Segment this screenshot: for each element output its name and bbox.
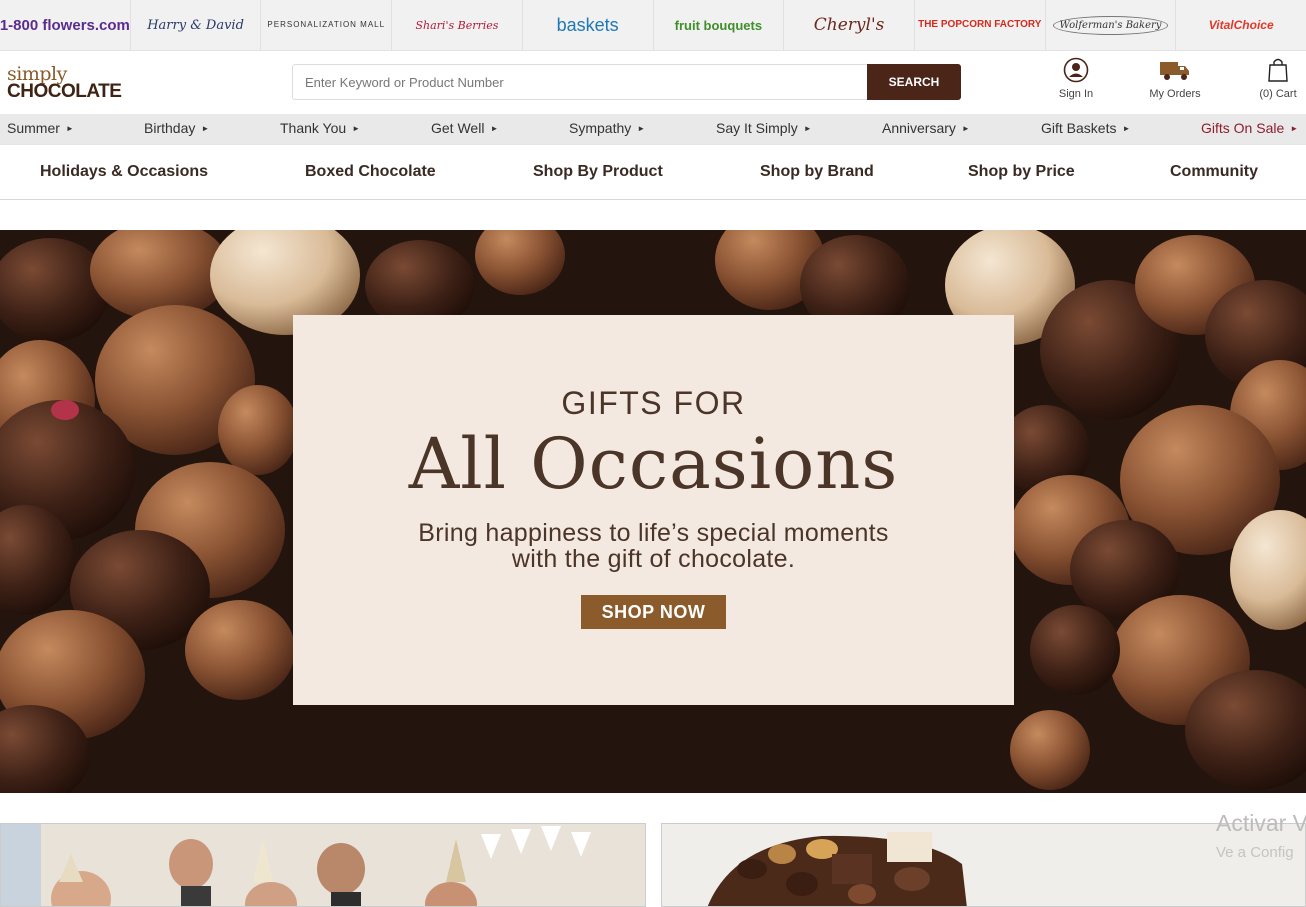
brand-logo-fruit-bouquets: fruit bouquets bbox=[674, 17, 763, 33]
brand-logo-1800flowers: 1-800 flowers.com bbox=[0, 16, 130, 34]
brand-link-cheryls[interactable]: Cheryl's bbox=[784, 0, 915, 50]
site-header: simply CHOCOLATE SEARCH Sign In My Order… bbox=[0, 51, 1306, 114]
occasion-label: Gifts On Sale bbox=[1201, 120, 1285, 136]
caret-right-icon: ► bbox=[490, 124, 499, 133]
brand-link-personalization-mall[interactable]: PERSONALIZATION MALL bbox=[261, 0, 393, 50]
nav-boxed-chocolate[interactable]: Boxed Chocolate bbox=[305, 145, 436, 199]
brand-link-wolfermans[interactable]: Wolferman's Bakery bbox=[1046, 0, 1177, 50]
caret-right-icon: ► bbox=[961, 124, 970, 133]
promo-tile-party[interactable] bbox=[0, 823, 646, 907]
hero-kicker: GIFTS FOR bbox=[561, 385, 746, 421]
occasion-label: Say It Simply bbox=[716, 120, 798, 136]
occasion-item-get-well[interactable]: Get Well ► bbox=[431, 114, 498, 144]
shop-now-button[interactable]: SHOP NOW bbox=[581, 595, 726, 629]
occasion-label: Sympathy bbox=[569, 120, 632, 136]
brand-logo-vitalchoice: VitalChoice bbox=[1208, 18, 1274, 32]
brand-logo-popcorn-factory: THE POPCORN FACTORY bbox=[918, 19, 1042, 30]
sign-in-link[interactable]: Sign In bbox=[1050, 57, 1102, 100]
occasion-label: Get Well bbox=[431, 120, 485, 136]
family-brands-bar: 1-800 flowers.com Harry & David PERSONAL… bbox=[0, 0, 1306, 51]
caret-right-icon: ► bbox=[201, 124, 210, 133]
caret-right-icon: ► bbox=[65, 124, 74, 133]
brand-logo-1800baskets: baskets bbox=[556, 14, 619, 35]
brand-link-1800baskets[interactable]: baskets bbox=[523, 0, 654, 50]
os-activation-watermark-sub: Ve a Config bbox=[1216, 844, 1294, 861]
search-button[interactable]: SEARCH bbox=[867, 64, 961, 100]
brand-logo-sharis-berries: Shari's Berries bbox=[415, 18, 499, 32]
shopping-bag-icon bbox=[1268, 58, 1288, 82]
occasion-item-birthday[interactable]: Birthday ► bbox=[144, 114, 209, 144]
occasion-label: Birthday bbox=[144, 120, 196, 136]
caret-right-icon: ► bbox=[1122, 124, 1131, 133]
promo-basket-image bbox=[662, 824, 1305, 906]
occasion-label: Gift Baskets bbox=[1041, 120, 1117, 136]
hero-title: All Occasions bbox=[408, 423, 899, 505]
cart-label: (0) Cart bbox=[1259, 88, 1297, 100]
promo-party-image bbox=[1, 824, 645, 906]
brand-link-sharis-berries[interactable]: Shari's Berries bbox=[392, 0, 523, 50]
logo-word-chocolate: CHOCOLATE bbox=[7, 81, 122, 102]
caret-right-icon: ► bbox=[352, 124, 361, 133]
occasion-item-sympathy[interactable]: Sympathy ► bbox=[569, 114, 645, 144]
nav-holidays-occasions[interactable]: Holidays & Occasions bbox=[40, 145, 208, 199]
hero-subtitle: Bring happiness to life’s special moment… bbox=[418, 519, 889, 573]
promo-tile-gift-basket[interactable] bbox=[661, 823, 1306, 907]
brand-logo-harry-david: Harry & David bbox=[147, 17, 244, 33]
caret-right-icon: ► bbox=[1290, 124, 1299, 133]
occasion-item-summer[interactable]: Summer ► bbox=[7, 114, 74, 144]
main-navigation: Holidays & Occasions Boxed Chocolate Sho… bbox=[0, 144, 1306, 200]
hero-banner[interactable]: GIFTS FOR All Occasions Bring happiness … bbox=[0, 230, 1306, 793]
brand-link-1800flowers[interactable]: 1-800 flowers.com bbox=[0, 0, 131, 50]
my-orders-link[interactable]: My Orders bbox=[1140, 57, 1210, 100]
search-input[interactable] bbox=[292, 64, 868, 100]
caret-right-icon: ► bbox=[803, 124, 812, 133]
nav-shop-by-price[interactable]: Shop by Price bbox=[968, 145, 1075, 199]
hero-message-card: GIFTS FOR All Occasions Bring happiness … bbox=[293, 315, 1014, 705]
brand-logo-wolfermans: Wolferman's Bakery bbox=[1052, 15, 1169, 35]
brand-link-popcorn-factory[interactable]: THE POPCORN FACTORY bbox=[915, 0, 1046, 50]
occasion-label: Summer bbox=[7, 120, 60, 136]
os-activation-watermark: Activar V bbox=[1216, 810, 1306, 836]
nav-community[interactable]: Community bbox=[1170, 145, 1258, 199]
site-logo[interactable]: simply CHOCOLATE bbox=[7, 65, 122, 102]
brand-link-fruit-bouquets[interactable]: fruit bouquets bbox=[654, 0, 785, 50]
brand-logo-cheryls: Cheryl's bbox=[813, 15, 885, 35]
cart-link[interactable]: (0) Cart bbox=[1250, 57, 1306, 100]
occasion-item-say-it-simply[interactable]: Say It Simply ► bbox=[716, 114, 812, 144]
caret-right-icon: ► bbox=[637, 124, 646, 133]
nav-shop-by-brand[interactable]: Shop by Brand bbox=[760, 145, 874, 199]
brand-link-vitalchoice[interactable]: VitalChoice bbox=[1176, 0, 1306, 50]
occasion-item-gifts-on-sale[interactable]: Gifts On Sale ► bbox=[1201, 114, 1298, 144]
sign-in-label: Sign In bbox=[1058, 88, 1094, 100]
user-icon bbox=[1063, 57, 1089, 83]
truck-icon bbox=[1160, 62, 1189, 80]
brand-logo-personalization-mall: PERSONALIZATION MALL bbox=[267, 19, 386, 29]
occasion-menu-bar: Summer ► Birthday ► Thank You ► Get Well ► S… bbox=[0, 114, 1306, 144]
brand-link-harry-david[interactable]: Harry & David bbox=[131, 0, 262, 50]
my-orders-label: My Orders bbox=[1149, 88, 1201, 100]
occasion-label: Thank You bbox=[280, 120, 347, 136]
occasion-item-anniversary[interactable]: Anniversary ► bbox=[882, 114, 970, 144]
occasion-label: Anniversary bbox=[882, 120, 956, 136]
nav-shop-by-product[interactable]: Shop By Product bbox=[533, 145, 663, 199]
occasion-item-gift-baskets[interactable]: Gift Baskets ► bbox=[1041, 114, 1130, 144]
occasion-item-thank-you[interactable]: Thank You ► bbox=[280, 114, 360, 144]
